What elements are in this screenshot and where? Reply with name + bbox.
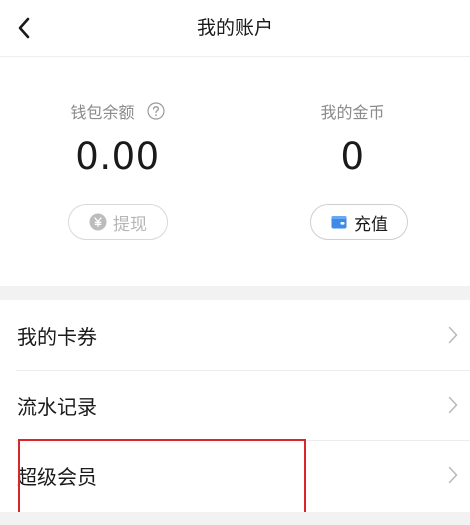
menu-item-super-vip[interactable]: 超级会员	[0, 440, 470, 510]
menu-item-label: 我的卡券	[17, 324, 97, 349]
withdraw-button[interactable]: 提现	[68, 204, 168, 240]
coins-label-row: 我的金币	[235, 99, 470, 123]
section-divider	[0, 286, 470, 300]
balance-panel: 钱包余额 0.00 我的金币 0 提现 充值	[0, 57, 470, 286]
chevron-right-icon	[448, 396, 458, 414]
yen-circle-icon	[89, 213, 107, 231]
recharge-button-label: 充值	[354, 214, 388, 235]
chevron-right-icon	[448, 326, 458, 344]
coins-column: 我的金币 0	[235, 57, 470, 286]
question-circle-icon[interactable]	[146, 102, 165, 120]
wallet-balance-column: 钱包余额 0.00	[0, 57, 235, 286]
wallet-icon	[330, 213, 348, 231]
wallet-balance-value: 0.00	[75, 135, 160, 178]
wallet-balance-label: 钱包余额	[70, 103, 135, 122]
menu-item-transactions[interactable]: 流水记录	[0, 370, 470, 440]
page-title: 我的账户	[196, 17, 273, 39]
coins-value: 0	[340, 135, 365, 178]
header-bar: 我的账户	[0, 0, 470, 57]
chevron-right-icon	[448, 466, 458, 484]
menu-item-label: 流水记录	[17, 394, 97, 419]
account-menu-list: 我的卡券 流水记录 超级会员	[0, 300, 470, 510]
coins-label: 我的金币	[320, 103, 385, 122]
chevron-left-icon	[18, 17, 30, 39]
withdraw-button-label: 提现	[113, 214, 147, 235]
wallet-balance-label-row: 钱包余额	[0, 99, 235, 123]
menu-item-coupons[interactable]: 我的卡券	[0, 300, 470, 370]
recharge-button[interactable]: 充值	[310, 204, 408, 240]
back-button[interactable]	[8, 12, 40, 44]
bottom-divider	[0, 512, 470, 525]
menu-item-label: 超级会员	[17, 464, 97, 489]
